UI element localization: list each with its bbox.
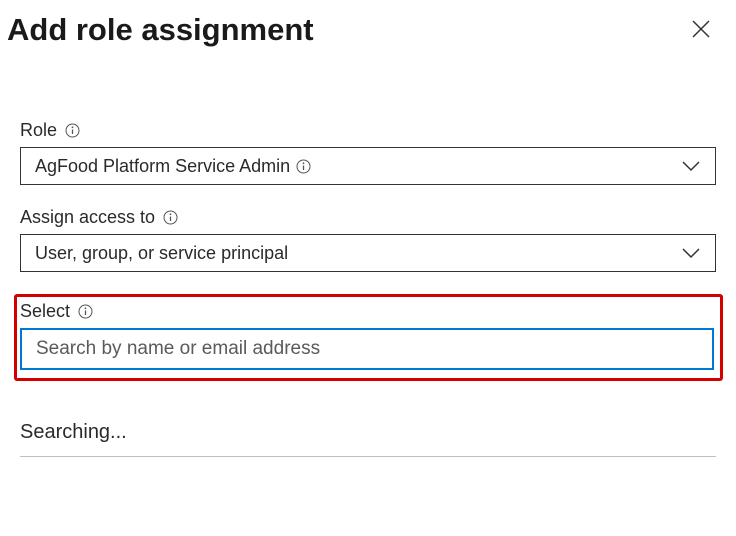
assign-access-dropdown-value: User, group, or service principal	[35, 243, 288, 264]
select-field-highlighted: Select	[14, 294, 723, 381]
role-dropdown[interactable]: AgFood Platform Service Admin	[20, 147, 716, 185]
assign-access-label: Assign access to	[20, 207, 155, 228]
status-section: Searching...	[0, 421, 736, 457]
role-field-group: Role AgFood Platform Service Admin	[20, 120, 716, 185]
role-dropdown-value: AgFood Platform Service Admin	[35, 156, 290, 177]
info-icon[interactable]	[65, 123, 80, 138]
chevron-down-icon	[681, 160, 701, 172]
select-label-row: Select	[20, 301, 714, 322]
assign-access-dropdown[interactable]: User, group, or service principal	[20, 234, 716, 272]
role-dropdown-value-wrap: AgFood Platform Service Admin	[35, 156, 311, 177]
info-icon[interactable]	[163, 210, 178, 225]
assign-access-label-row: Assign access to	[20, 207, 716, 228]
searching-status: Searching...	[20, 421, 716, 457]
info-icon[interactable]	[78, 304, 93, 319]
chevron-down-icon	[681, 247, 701, 259]
select-search-input[interactable]	[20, 328, 714, 370]
assign-access-field-group: Assign access to User, group, or service…	[20, 207, 716, 272]
close-icon	[692, 20, 710, 41]
page-title: Add role assignment	[7, 12, 314, 48]
panel-header: Add role assignment	[0, 0, 736, 60]
role-label-row: Role	[20, 120, 716, 141]
form-body: Role AgFood Platform Service Admin	[0, 120, 736, 381]
close-button[interactable]	[686, 14, 716, 47]
role-label: Role	[20, 120, 57, 141]
info-icon[interactable]	[296, 159, 311, 174]
select-label: Select	[20, 301, 70, 322]
